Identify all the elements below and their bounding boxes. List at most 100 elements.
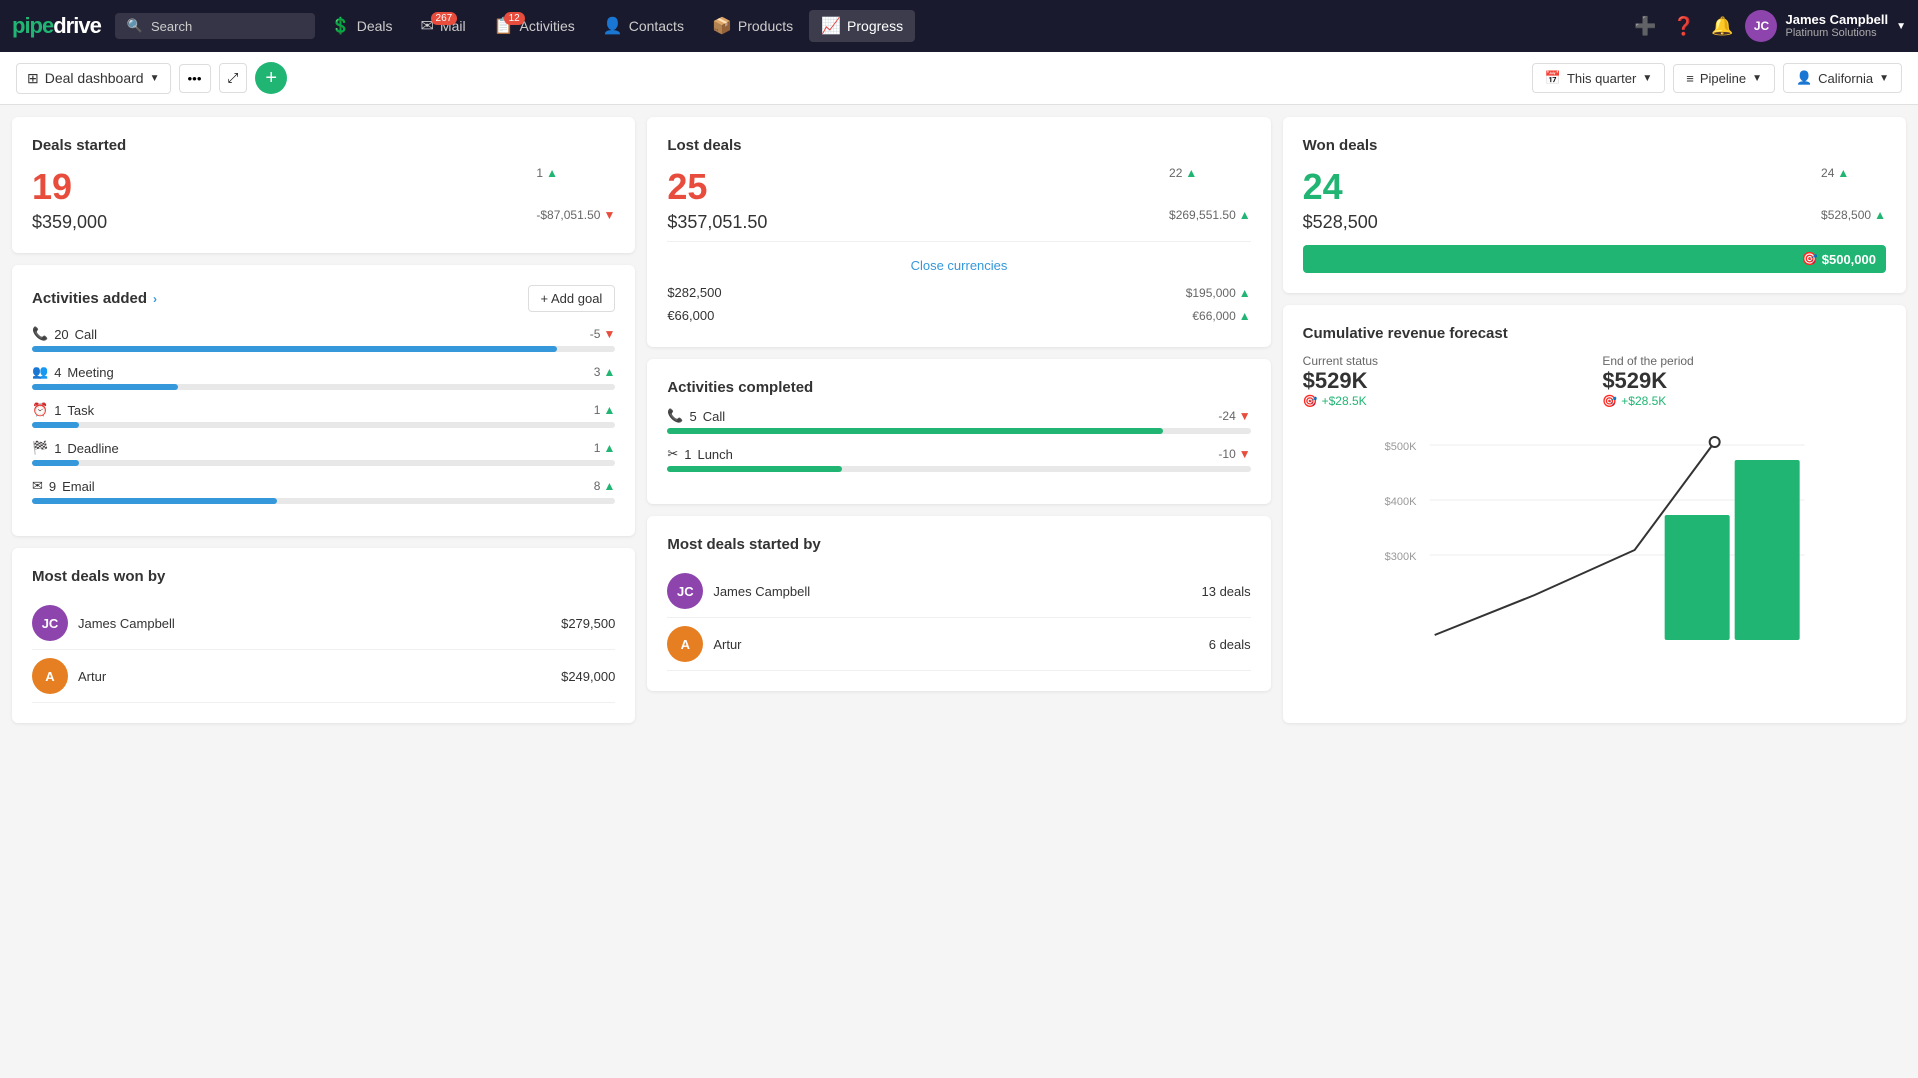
nav-item-products[interactable]: 📦 Products [700,10,805,42]
task-icon: ⏰ [32,402,48,418]
activity-meeting: 👥 4 Meeting 3 ▲ [32,364,615,390]
meeting-change: 3 [594,365,601,379]
toolbar: ⊞ Deal dashboard ▼ ••• ⤢ + 📅 This quarte… [0,52,1918,105]
activity-call: 📞 20 Call -5 ▼ [32,326,615,352]
forecast-current-value: $529K [1303,368,1587,394]
most-deals-started-card: Most deals started by JC James Campbell … [647,516,1270,691]
nav-item-mail[interactable]: ✉ Mail 267 [409,10,478,42]
logo[interactable]: pipedrive [12,13,101,39]
pipeline-filter[interactable]: ≡ Pipeline ▼ [1673,64,1775,93]
notifications-icon[interactable]: 🔔 [1707,12,1737,41]
search-bar[interactable]: 🔍 Search [115,13,315,39]
won-deals-count: 24 [1303,166,1378,208]
activity-deadline: 🏁 1 Deadline 1 ▲ [32,440,615,466]
add-nav-icon[interactable]: ➕ [1630,12,1660,41]
forecast-current-label: Current status [1303,354,1587,368]
dashboard-chevron-icon: ▼ [150,73,160,84]
toolbar-left: ⊞ Deal dashboard ▼ ••• ⤢ + [16,62,1524,94]
help-icon[interactable]: ❓ [1669,12,1699,41]
completed-lunch-icon: ✂ [667,446,678,462]
user-details: James Campbell Platinum Solutions [1785,12,1888,41]
won-amount-change: $528,500 [1821,208,1871,222]
started-value-2: 6 deals [1209,637,1251,652]
won-count-arrow: ▲ [1837,166,1849,180]
started-name-1: James Campbell [713,584,810,599]
nav-right: ➕ ❓ 🔔 JC James Campbell Platinum Solutio… [1630,10,1906,42]
search-icon: 🔍 [127,18,143,34]
nav-label-progress: Progress [847,18,903,34]
meeting-arrow: ▲ [603,365,615,379]
meeting-label: Meeting [67,365,113,380]
pipeline-label: Pipeline [1700,71,1746,86]
forecast-period-goal: 🎯 +$28.5K [1602,394,1886,408]
deals-icon: 💲 [331,16,351,36]
eur-arrow: ▲ [1239,309,1251,323]
deadline-count: 1 [54,441,61,456]
close-currencies-btn[interactable]: Close currencies [667,250,1250,281]
completed-call-icon: 📞 [667,408,683,424]
expand-button[interactable]: ⤢ [219,63,248,93]
revenue-chart-svg: $500K $400K $300K [1303,420,1886,640]
activity-email: ✉ 9 Email 8 ▲ [32,478,615,504]
lost-deals-card: Lost deals 25 $357,051.50 22 ▲ $269,551.… [647,117,1270,347]
dashboard-label: Deal dashboard [45,70,144,86]
won-name-1: James Campbell [78,616,175,631]
activities-badge: 12 [504,12,525,25]
nav-item-contacts[interactable]: 👤 Contacts [591,10,696,42]
period-label: This quarter [1567,71,1636,86]
svg-text:$300K: $300K [1384,551,1416,563]
forecast-current-goal: 🎯 +$28.5K [1303,394,1587,408]
target-icon: 🎯 [1802,251,1818,267]
completed-call: 📞 5 Call -24 ▼ [667,408,1250,434]
period-chevron-icon: ▼ [1642,73,1652,84]
won-progress-bar-container: 🎯 $500,000 [1303,245,1886,273]
eur-ref: €66,000 [1192,309,1235,323]
won-count-change: 24 [1821,166,1834,180]
email-count: 9 [49,479,56,494]
won-progress-bar: 🎯 $500,000 [1303,245,1886,273]
more-button[interactable]: ••• [179,64,211,93]
deals-started-amount-change: -$87,051.50 [536,208,600,222]
forecast-period-goal-value: +$28.5K [1621,394,1666,408]
user-sub: Platinum Solutions [1785,27,1888,40]
completed-lunch: ✂ 1 Lunch -10 ▼ [667,446,1250,472]
completed-call-label: Call [703,409,725,424]
period-filter[interactable]: 📅 This quarter ▼ [1532,63,1665,93]
deadline-label: Deadline [67,441,118,456]
task-count: 1 [54,403,61,418]
region-filter[interactable]: 👤 California ▼ [1783,63,1902,93]
won-avatar-2: A [32,658,68,694]
eur-value: €66,000 [667,308,714,323]
lost-deals-amount: $357,051.50 [667,212,767,233]
deadline-arrow: ▲ [603,441,615,455]
most-deals-started-title: Most deals started by [667,536,1250,553]
won-deals-card: Won deals 24 $528,500 24 ▲ $528,500 ▲ [1283,117,1906,293]
lost-amount-arrow: ▲ [1239,208,1251,222]
forecast-period-value: $529K [1602,368,1886,394]
usd-arrow: ▲ [1239,286,1251,300]
nav-item-deals[interactable]: 💲 Deals [319,10,405,42]
forecast-period-label: End of the period [1602,354,1886,368]
nav-item-progress[interactable]: 📈 Progress [809,10,915,42]
revenue-chart: $500K $400K $300K [1303,420,1886,640]
completed-lunch-label: Lunch [697,447,732,462]
deals-started-count-arrow: ▲ [546,166,558,180]
main-content: Deals started 19 $359,000 1 ▲ -$87,051.5… [0,105,1918,735]
add-button[interactable]: + [255,62,287,94]
meeting-count: 4 [54,365,61,380]
activities-added-title: Activities added › [32,290,157,307]
dashboard-selector[interactable]: ⊞ Deal dashboard ▼ [16,63,171,94]
user-chevron-icon: ▼ [1896,21,1906,32]
svg-text:$400K: $400K [1384,496,1416,508]
cumulative-forecast-title: Cumulative revenue forecast [1303,325,1886,342]
nav-label-activities: Activities [520,18,575,34]
user-menu[interactable]: JC James Campbell Platinum Solutions ▼ [1745,10,1906,42]
email-arrow: ▲ [603,479,615,493]
add-goal-button[interactable]: + Add goal [528,285,616,312]
forecast-grid: Current status $529K 🎯 +$28.5K End of th… [1303,354,1886,408]
nav-item-activities[interactable]: 📋 Activities 12 [482,10,587,42]
pipeline-icon: ≡ [1686,71,1694,86]
call-label: Call [75,327,97,342]
deals-started-title: Deals started [32,137,615,154]
won-person-row-1: JC James Campbell $279,500 [32,597,615,650]
